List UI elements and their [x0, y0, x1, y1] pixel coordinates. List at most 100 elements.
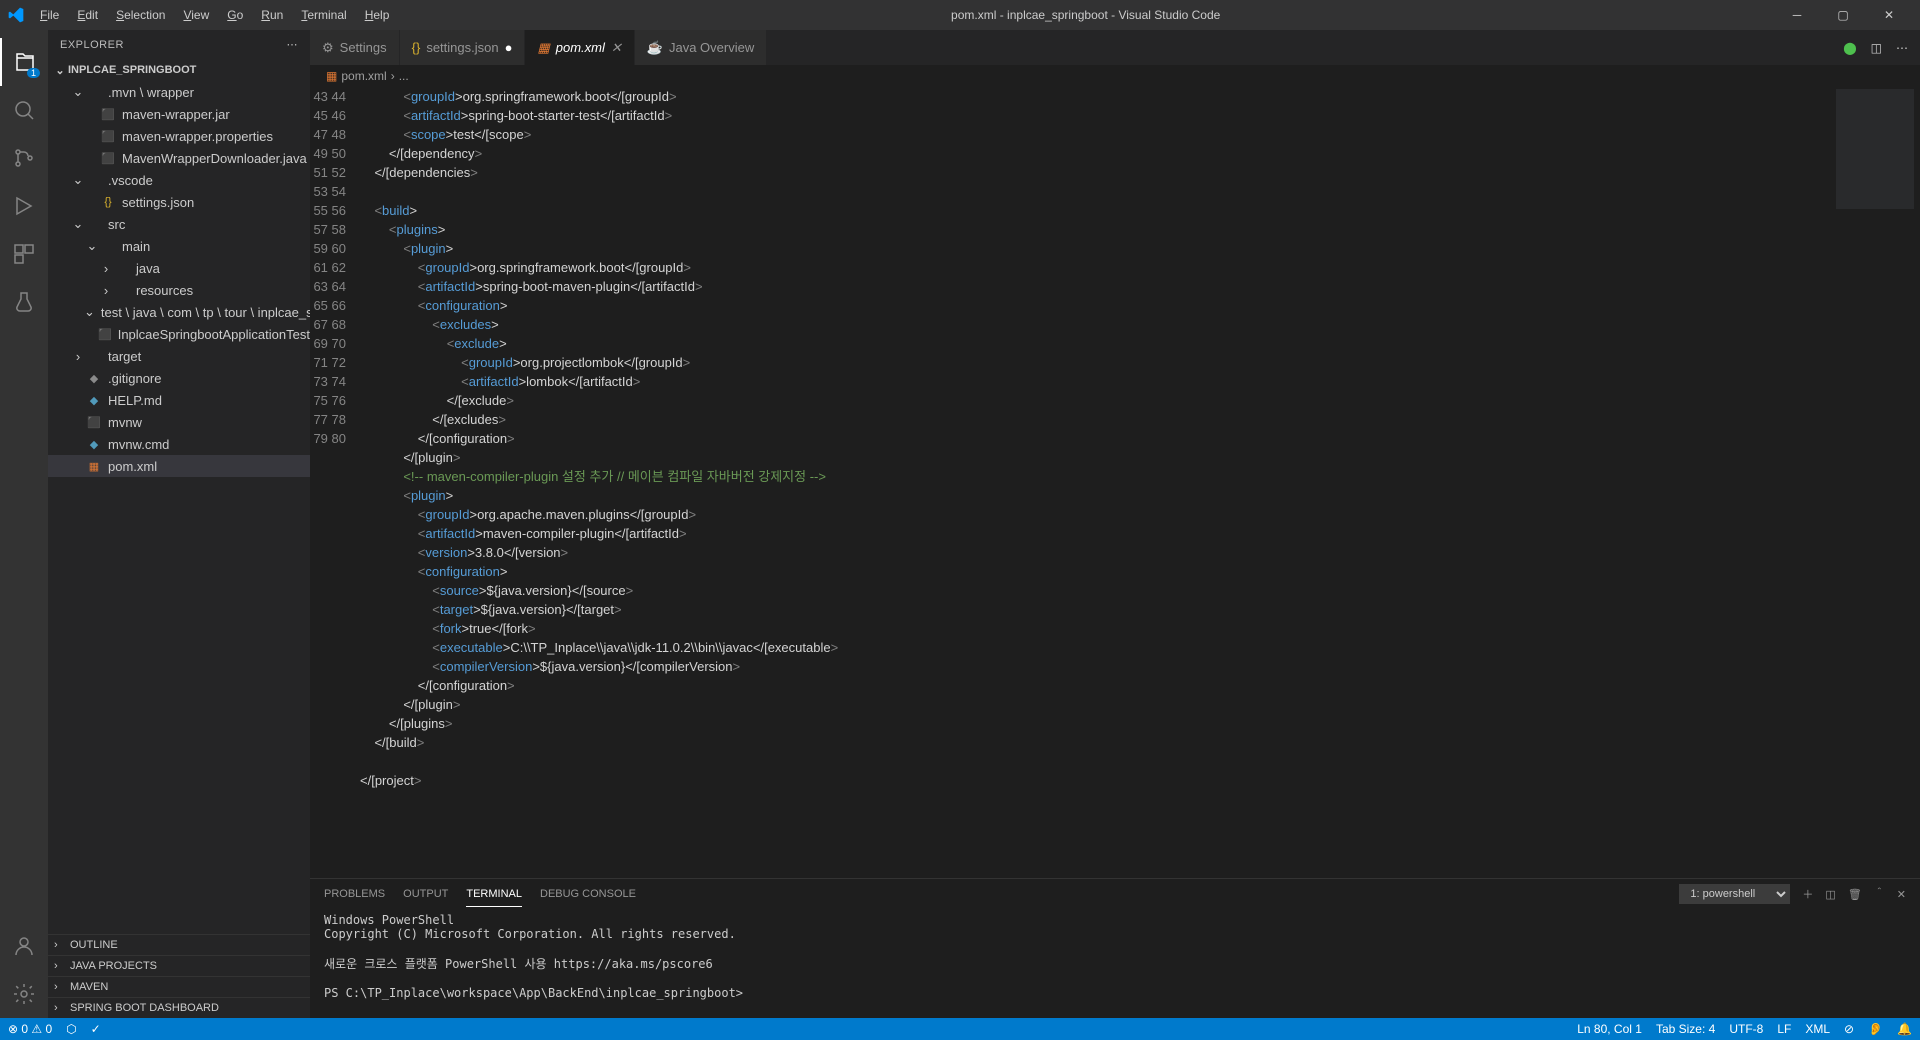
split-editor-icon[interactable]: ◫ — [1871, 41, 1882, 55]
tree-label: mvnw.cmd — [108, 437, 169, 452]
maximize-panel-icon[interactable]: ＾ — [1874, 886, 1885, 902]
code-content[interactable]: <groupId>org.springframework.boot</[grou… — [360, 87, 1830, 878]
tree-item[interactable]: resources — [48, 279, 310, 301]
status-item[interactable]: ⊗ 0 ⚠ 0 — [8, 1022, 52, 1036]
file-icon — [86, 84, 102, 100]
tree-item[interactable]: ⬛maven-wrapper.jar — [48, 103, 310, 125]
file-icon — [114, 260, 130, 276]
close-panel-icon[interactable]: ✕ — [1897, 888, 1906, 901]
tree-item[interactable]: ▦pom.xml — [48, 455, 310, 477]
tab-java-overview[interactable]: ☕Java Overview — [635, 30, 767, 65]
new-terminal-icon[interactable]: ＋ — [1802, 886, 1813, 902]
tree-item[interactable]: src — [48, 213, 310, 235]
tree-item[interactable]: ◆HELP.md — [48, 389, 310, 411]
source-control-icon[interactable] — [0, 134, 48, 182]
tree-label: maven-wrapper.jar — [122, 107, 230, 122]
tree-item[interactable]: ◆.gitignore — [48, 367, 310, 389]
extensions-icon[interactable] — [0, 230, 48, 278]
tree-label: java — [136, 261, 160, 276]
tree-label: mvnw — [108, 415, 142, 430]
status-item[interactable]: XML — [1805, 1022, 1830, 1036]
tree-item[interactable]: {}settings.json — [48, 191, 310, 213]
menu-selection[interactable]: Selection — [108, 4, 173, 26]
file-icon — [100, 238, 116, 254]
menu-help[interactable]: Help — [357, 4, 398, 26]
close-button[interactable]: ✕ — [1866, 0, 1912, 30]
file-icon: {} — [100, 194, 116, 210]
tree-item[interactable]: ⬛InplcaeSpringbootApplicationTests.java — [48, 323, 310, 345]
panel-tab-problems[interactable]: PROBLEMS — [324, 882, 385, 906]
accounts-icon[interactable] — [0, 922, 48, 970]
tree-item[interactable]: java — [48, 257, 310, 279]
search-icon[interactable] — [0, 86, 48, 134]
editor-area: ⚙Settings{}settings.json●▦pom.xml✕☕Java … — [310, 30, 1920, 1018]
status-item[interactable]: 🔔 — [1897, 1022, 1912, 1036]
minimize-button[interactable]: ─ — [1774, 0, 1820, 30]
status-item[interactable]: ⊘ — [1844, 1022, 1854, 1036]
project-root[interactable]: INPLCAE_SPRINGBOOT — [48, 59, 310, 81]
menu-bar: FileEditSelectionViewGoRunTerminalHelp — [32, 4, 397, 26]
tab-settings-json[interactable]: {}settings.json● — [400, 30, 526, 65]
panel-java-projects[interactable]: JAVA PROJECTS — [48, 955, 310, 976]
menu-go[interactable]: Go — [219, 4, 251, 26]
tree-item[interactable]: .mvn \ wrapper — [48, 81, 310, 103]
explorer-icon[interactable]: 1 — [0, 38, 48, 86]
tab-label: Settings — [340, 40, 387, 55]
tree-label: pom.xml — [108, 459, 157, 474]
tree-item[interactable]: ⬛maven-wrapper.properties — [48, 125, 310, 147]
breadcrumb-file: pom.xml — [341, 69, 386, 83]
tree-item[interactable]: .vscode — [48, 169, 310, 191]
menu-run[interactable]: Run — [253, 4, 291, 26]
testing-icon[interactable] — [0, 278, 48, 326]
maximize-button[interactable]: ▢ — [1820, 0, 1866, 30]
status-item[interactable]: Ln 80, Col 1 — [1577, 1022, 1642, 1036]
tree-item[interactable]: ⬛MavenWrapperDownloader.java — [48, 147, 310, 169]
tree-item[interactable]: ◆mvnw.cmd — [48, 433, 310, 455]
panel-tab-output[interactable]: OUTPUT — [403, 882, 448, 906]
status-item[interactable]: LF — [1777, 1022, 1791, 1036]
status-item[interactable]: ✓ — [91, 1022, 101, 1036]
panel-tab-debug console[interactable]: DEBUG CONSOLE — [540, 882, 636, 906]
sidebar-more-icon[interactable]: ⋯ — [287, 38, 299, 51]
file-icon: ⬛ — [100, 150, 116, 166]
trash-icon[interactable]: 🗑 — [1848, 888, 1862, 901]
window-title: pom.xml - inplcae_springboot - Visual St… — [397, 8, 1774, 22]
editor-body[interactable]: 43 44 45 46 47 48 49 50 51 52 53 54 55 5… — [310, 87, 1920, 878]
terminal-output[interactable]: Windows PowerShell Copyright (C) Microso… — [310, 909, 1920, 1018]
close-tab-icon[interactable]: ✕ — [611, 40, 622, 56]
settings-gear-icon[interactable] — [0, 970, 48, 1018]
panel-tab-terminal[interactable]: TERMINAL — [466, 882, 522, 907]
status-item[interactable]: ⬡ — [66, 1022, 76, 1036]
run-debug-icon[interactable] — [0, 182, 48, 230]
tree-item[interactable]: main — [48, 235, 310, 257]
panel-tabs: PROBLEMS OUTPUT TERMINAL DEBUG CONSOLE 1: p… — [310, 879, 1920, 909]
tab-settings[interactable]: ⚙Settings — [310, 30, 400, 65]
panel-outline[interactable]: OUTLINE — [48, 934, 310, 955]
tab-pom-xml[interactable]: ▦pom.xml✕ — [525, 30, 634, 65]
status-item[interactable]: 👂 — [1868, 1022, 1883, 1036]
file-icon: ⬛ — [98, 326, 112, 342]
status-item[interactable]: UTF-8 — [1729, 1022, 1763, 1036]
vscode-logo-icon — [8, 7, 24, 23]
tree-item[interactable]: target — [48, 345, 310, 367]
xml-icon: ▦ — [537, 40, 549, 56]
menu-edit[interactable]: Edit — [69, 4, 106, 26]
more-actions-icon[interactable]: ⋯ — [1896, 41, 1908, 55]
status-left: ⊗ 0 ⚠ 0 ⬡ ✓ — [8, 1022, 101, 1036]
status-item[interactable]: Tab Size: 4 — [1656, 1022, 1715, 1036]
menu-view[interactable]: View — [175, 4, 217, 26]
panel-spring-boot-dashboard[interactable]: SPRING BOOT DASHBOARD — [48, 997, 310, 1018]
tree-item[interactable]: test \ java \ com \ tp \ tour \ inplcae_… — [48, 301, 310, 323]
breadcrumb[interactable]: ▦ pom.xml › ... — [310, 65, 1920, 87]
tree-label: test \ java \ com \ tp \ tour \ inplcae_… — [101, 305, 310, 320]
terminal-selector[interactable]: 1: powershell — [1679, 884, 1790, 904]
run-indicator-icon[interactable]: ⬤ — [1843, 41, 1856, 55]
bottom-panel: PROBLEMS OUTPUT TERMINAL DEBUG CONSOLE 1: p… — [310, 878, 1920, 1018]
panel-maven[interactable]: MAVEN — [48, 976, 310, 997]
tree-item[interactable]: ⬛mvnw — [48, 411, 310, 433]
split-terminal-icon[interactable]: ◫ — [1825, 888, 1835, 901]
menu-terminal[interactable]: Terminal — [293, 4, 354, 26]
minimap[interactable] — [1830, 87, 1920, 878]
file-tree: INPLCAE_SPRINGBOOT .mvn \ wrapper⬛maven-… — [48, 59, 310, 934]
menu-file[interactable]: File — [32, 4, 67, 26]
